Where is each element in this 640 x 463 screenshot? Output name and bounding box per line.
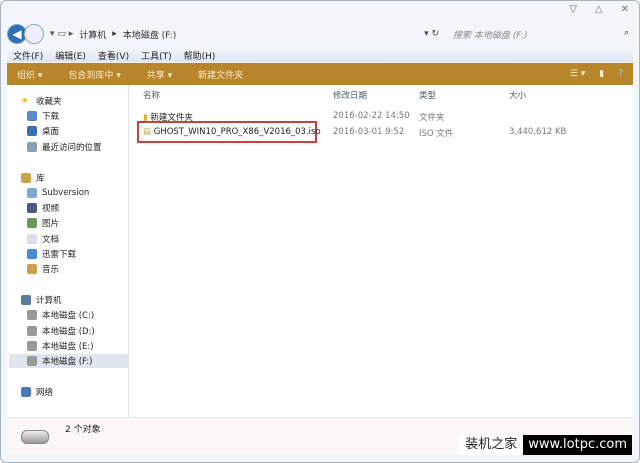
help-icon[interactable]: ? xyxy=(618,69,623,79)
document-icon xyxy=(27,234,37,244)
download-folder-icon xyxy=(27,249,37,259)
view-options-icon[interactable]: ☰ ▾ xyxy=(570,69,585,79)
menu-view[interactable]: 查看(V) xyxy=(98,49,129,62)
music-icon xyxy=(27,264,37,274)
sidebar-music[interactable]: 音乐 xyxy=(27,262,59,276)
menu-tools[interactable]: 工具(T) xyxy=(141,49,172,62)
download-folder-icon xyxy=(27,111,37,121)
network-icon xyxy=(21,387,31,397)
video-icon xyxy=(27,203,37,213)
computer-icon xyxy=(21,295,31,305)
sidebar-drive-c[interactable]: 本地磁盘 (C:) xyxy=(27,308,94,322)
menu-bar: 文件(F) 编辑(E) 查看(V) 工具(T) 帮助(H) xyxy=(7,48,633,62)
search-placeholder: 搜索 本地磁盘 (F:) xyxy=(453,30,528,41)
label: 桌面 xyxy=(42,127,60,137)
new-folder-button[interactable]: 新建文件夹 xyxy=(198,68,243,81)
label: 本地磁盘 (F:) xyxy=(42,357,93,367)
file-type: ISO 文件 xyxy=(419,129,454,139)
file-name-text: GHOST_WIN10_PRO_X86_V2016_03.iso xyxy=(153,127,321,137)
picture-icon xyxy=(27,218,37,228)
sidebar-documents[interactable]: 文档 xyxy=(27,232,59,246)
sidebar-videos[interactable]: 视频 xyxy=(27,201,59,215)
file-list: 名称 修改日期 类型 大小 ▮ 新建文件夹 2016-02-22 14:50 文… xyxy=(129,85,633,417)
library-icon xyxy=(21,173,31,183)
menu-edit[interactable]: 编辑(E) xyxy=(55,49,86,62)
recent-places-icon xyxy=(27,142,37,152)
desktop-icon xyxy=(27,126,37,136)
file-date: 2016-02-22 14:50 xyxy=(333,111,410,121)
file-type: 文件夹 xyxy=(419,113,445,123)
drive-icon xyxy=(21,430,49,444)
star-icon: ★ xyxy=(21,96,29,106)
label: 下载 xyxy=(42,112,60,122)
label: 图片 xyxy=(42,219,60,229)
column-name[interactable]: 名称 xyxy=(143,89,160,103)
label: Subversion xyxy=(42,188,90,198)
sidebar-drive-e[interactable]: 本地磁盘 (E:) xyxy=(27,339,94,353)
watermark-cn: 装机之家 xyxy=(459,435,524,455)
file-size: 3,440,612 KB xyxy=(509,127,567,137)
folder-icon xyxy=(27,188,37,198)
search-icon: ⌕ xyxy=(623,27,629,38)
include-in-library-button[interactable]: 包含到库中 ▾ xyxy=(68,68,120,81)
share-button[interactable]: 共享 ▾ xyxy=(147,68,172,81)
sidebar-libraries[interactable]: 库 xyxy=(21,171,45,185)
label: 本地磁盘 (C:) xyxy=(42,311,95,321)
sidebar-drive-d[interactable]: 本地磁盘 (D:) xyxy=(27,324,95,338)
forward-button[interactable] xyxy=(24,24,44,44)
crumb-drive[interactable]: 本地磁盘 (F:) xyxy=(123,28,176,41)
preview-pane-icon[interactable]: ▮ xyxy=(599,69,604,79)
label: 迅雷下载 xyxy=(42,250,77,260)
column-size[interactable]: 大小 xyxy=(509,89,526,103)
sidebar-xunlei[interactable]: 迅雷下载 xyxy=(27,247,76,261)
sidebar-network[interactable]: 网络 xyxy=(21,385,53,399)
menu-file[interactable]: 文件(F) xyxy=(13,49,43,62)
address-bar: ◀ ▾ ▭ ▸ 计算机 ▸ 本地磁盘 (F:) ▾ ↻ 搜索 本地磁盘 (F:)… xyxy=(7,23,633,45)
sidebar-computer[interactable]: 计算机 xyxy=(21,293,62,307)
refresh-icon[interactable]: ▾ ↻ xyxy=(424,29,439,39)
drive-icon xyxy=(27,356,37,366)
item-count: 2 个对象 xyxy=(65,425,101,435)
explorer-window: ▽ △ ✕ ◀ ▾ ▭ ▸ 计算机 ▸ 本地磁盘 (F:) ▾ ↻ 搜索 本地磁… xyxy=(0,0,640,463)
close-icon[interactable]: ✕ xyxy=(621,4,629,15)
iso-file-icon: ▤ xyxy=(143,127,152,137)
label: 视频 xyxy=(42,204,60,214)
watermark: 装机之家 www.lotpc.com xyxy=(459,435,632,455)
file-date: 2016-03-01 9:52 xyxy=(333,127,405,137)
label: 库 xyxy=(36,174,45,184)
watermark-url: www.lotpc.com xyxy=(523,435,632,455)
minimize-icon[interactable]: ▽ xyxy=(569,4,577,15)
sidebar-downloads[interactable]: 下载 xyxy=(27,109,59,123)
maximize-icon[interactable]: △ xyxy=(595,4,603,15)
drive-icon xyxy=(27,326,37,336)
organize-button[interactable]: 组织 ▾ xyxy=(17,68,42,81)
label: 文档 xyxy=(42,235,60,245)
sidebar-recent[interactable]: 最近访问的位置 xyxy=(27,140,102,154)
label: 收藏夹 xyxy=(36,97,62,107)
window-controls: ▽ △ ✕ xyxy=(569,4,629,15)
file-name: ▤ GHOST_WIN10_PRO_X86_V2016_03.iso xyxy=(143,127,321,137)
label: 音乐 xyxy=(42,265,60,275)
breadcrumb[interactable]: ▾ ▭ ▸ 计算机 ▸ 本地磁盘 (F:) ▾ ↻ xyxy=(50,28,453,41)
drive-icon xyxy=(27,310,37,320)
label: 最近访问的位置 xyxy=(42,143,102,153)
search-input[interactable]: 搜索 本地磁盘 (F:) ⌕ xyxy=(453,28,633,41)
sidebar-desktop[interactable]: 桌面 xyxy=(27,124,59,138)
sidebar-subversion[interactable]: Subversion xyxy=(27,186,89,200)
label: 计算机 xyxy=(36,296,62,306)
sidebar-pictures[interactable]: 图片 xyxy=(27,216,59,230)
sidebar-favorites[interactable]: ★ 收藏夹 xyxy=(21,94,62,108)
column-date[interactable]: 修改日期 xyxy=(333,89,367,103)
label: 网络 xyxy=(36,388,54,398)
label: 本地磁盘 (D:) xyxy=(42,327,95,337)
label: 本地磁盘 (E:) xyxy=(42,342,94,352)
command-bar: 组织 ▾ 包含到库中 ▾ 共享 ▾ 新建文件夹 ☰ ▾ ▮ ? xyxy=(7,63,633,85)
drive-icon xyxy=(27,341,37,351)
navigation-pane: ★ 收藏夹 下载 桌面 最近访问的位置 库 Subversion 视频 图片 文档… xyxy=(7,85,129,417)
crumb-computer[interactable]: 计算机 xyxy=(79,28,106,41)
menu-help[interactable]: 帮助(H) xyxy=(184,49,216,62)
sidebar-drive-f[interactable]: 本地磁盘 (F:) xyxy=(9,354,128,368)
column-type[interactable]: 类型 xyxy=(419,89,436,103)
